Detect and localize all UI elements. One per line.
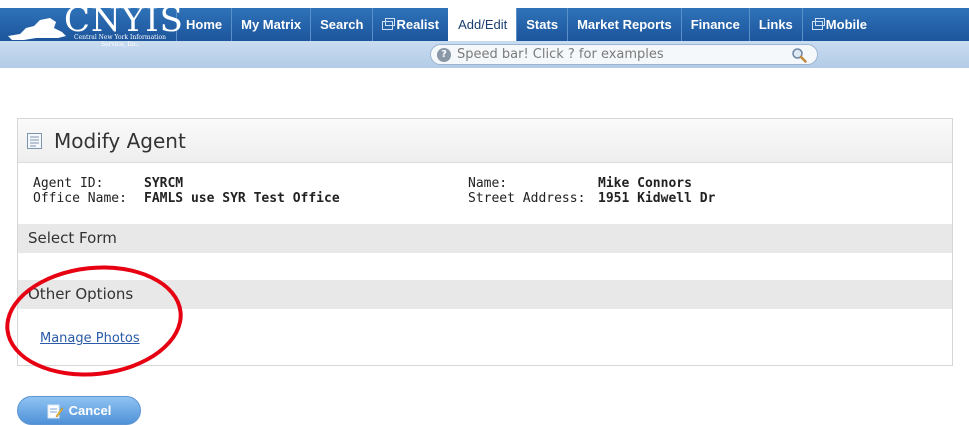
logo[interactable]: CNYIS Central New York Information Servi… (6, 0, 183, 48)
office-name-value: FAMLS use SYR Test Office (144, 191, 340, 206)
street-address-value: 1951 Kidwell Dr (598, 191, 716, 206)
magnifier-icon[interactable] (791, 47, 807, 63)
tab-my-matrix[interactable]: My Matrix (231, 8, 310, 41)
external-window-icon (382, 18, 396, 30)
agent-id-value: SYRCM (144, 176, 184, 191)
name-label: Name: (468, 176, 508, 191)
select-form-section: Select Form (18, 224, 952, 253)
cancel-label: Cancel (68, 403, 112, 418)
panel-header: Modify Agent (18, 119, 952, 163)
tab-add-edit[interactable]: Add/Edit (448, 8, 517, 41)
manage-photos-link[interactable]: Manage Photos (40, 331, 140, 346)
office-name-label: Office Name: (33, 191, 127, 206)
speed-bar-input[interactable] (457, 46, 787, 63)
tab-finance[interactable]: Finance (680, 8, 749, 41)
edit-document-icon (47, 404, 63, 418)
new-york-map-icon (8, 18, 66, 40)
tab-home[interactable]: Home (176, 8, 231, 41)
name-value: Mike Connors (598, 176, 692, 191)
external-window-icon (811, 18, 825, 30)
question-icon[interactable]: ? (437, 48, 451, 62)
street-address-label: Street Address: (468, 191, 586, 206)
tab-mobile[interactable]: Mobile (801, 8, 876, 41)
agent-id-label: Agent ID: (33, 176, 104, 191)
document-icon (27, 133, 42, 149)
header: CNYIS Central New York Information Servi… (0, 0, 969, 68)
tab-stats[interactable]: Stats (516, 8, 567, 41)
modify-agent-panel: Modify Agent Agent ID: SYRCM Office Name… (17, 118, 953, 366)
tab-search[interactable]: Search (310, 8, 372, 41)
other-options-section: Other Options (18, 280, 952, 309)
logo-subtitle: Central New York Information Service, In… (73, 34, 166, 48)
main-nav-tabs: Home My Matrix Search Realist Add/Edit S… (176, 8, 876, 41)
cancel-button[interactable]: Cancel (17, 396, 141, 425)
tab-realist[interactable]: Realist (372, 8, 448, 41)
tab-links[interactable]: Links (748, 8, 802, 41)
page-title: Modify Agent (54, 129, 186, 153)
speed-bar: ? (430, 44, 818, 65)
tab-market-reports[interactable]: Market Reports (567, 8, 681, 41)
